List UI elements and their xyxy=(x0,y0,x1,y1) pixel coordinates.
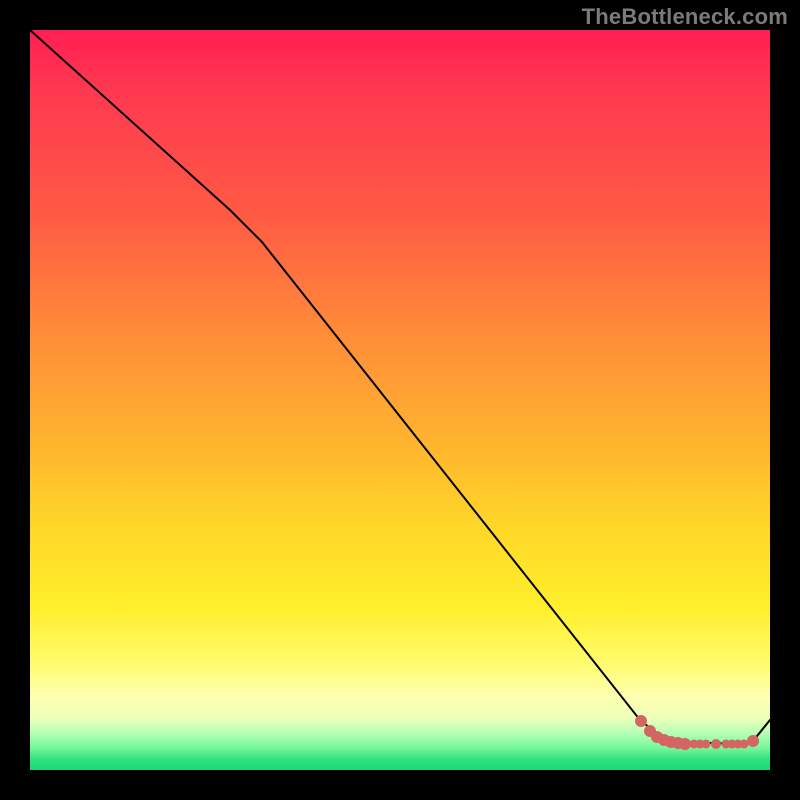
plot-area xyxy=(30,30,770,770)
markers-group xyxy=(635,715,759,750)
watermark-text: TheBottleneck.com xyxy=(582,4,788,30)
line-layer xyxy=(30,30,770,770)
marker-stroke xyxy=(635,715,647,727)
gap-dot-1 xyxy=(711,739,721,749)
marker-stroke xyxy=(679,738,691,750)
dash-1 xyxy=(702,740,711,749)
chart-container: TheBottleneck.com xyxy=(0,0,800,800)
black-curve xyxy=(30,30,770,744)
end-dot xyxy=(747,735,759,747)
